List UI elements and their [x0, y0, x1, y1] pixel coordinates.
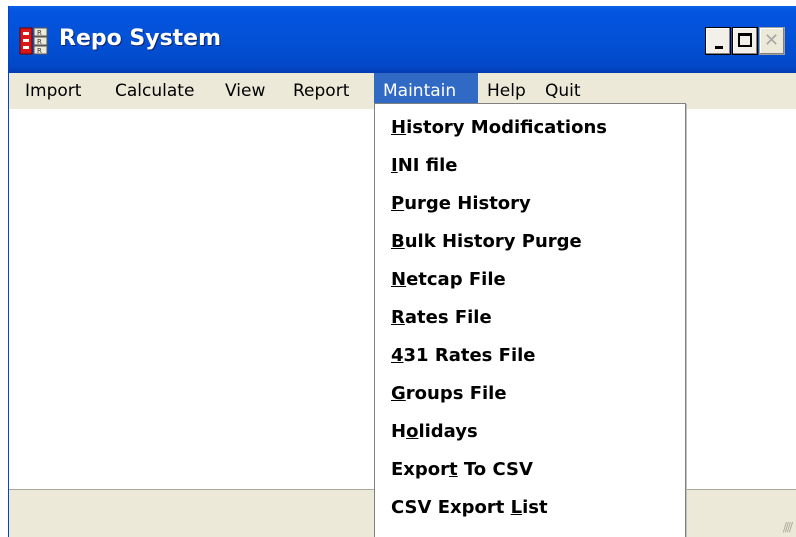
- minimize-icon: [715, 46, 723, 49]
- menu-item-export-to-csv[interactable]: Export To CSV: [391, 451, 533, 489]
- close-icon: ✕: [764, 30, 780, 51]
- menu-item-history-modifications[interactable]: History Modifications: [391, 109, 607, 147]
- svg-text:R: R: [37, 29, 42, 37]
- menu-item-431-rates-file[interactable]: 431 Rates File: [391, 337, 536, 375]
- menu-view[interactable]: View: [219, 73, 279, 109]
- app-window: R R R Repo System ✕ Import Calculate Vie…: [8, 6, 796, 537]
- menu-item-netcap-file[interactable]: Netcap File: [391, 261, 506, 299]
- menu-item-csv-export-list[interactable]: CSV Export List: [391, 489, 548, 527]
- window-title: Repo System: [59, 26, 222, 51]
- menu-calculate[interactable]: Calculate: [107, 73, 197, 109]
- minimize-button[interactable]: [705, 27, 731, 55]
- svg-text:R: R: [37, 47, 42, 55]
- menu-item-ini-file[interactable]: INI file: [391, 147, 457, 185]
- menu-import[interactable]: Import: [17, 73, 87, 109]
- title-bar[interactable]: R R R Repo System ✕: [9, 6, 796, 73]
- maximize-icon: [738, 33, 752, 47]
- menu-report[interactable]: Report: [287, 73, 365, 109]
- maintain-dropdown-menu: History Modifications INI file Purge His…: [374, 103, 686, 537]
- resize-grip-icon[interactable]: ////: [783, 520, 793, 534]
- svg-text:R: R: [37, 38, 42, 46]
- menu-item-groups-file[interactable]: Groups File: [391, 375, 507, 413]
- menu-item-rates-file[interactable]: Rates File: [391, 299, 492, 337]
- maximize-button[interactable]: [732, 27, 758, 55]
- close-button[interactable]: ✕: [759, 27, 785, 55]
- app-icon[interactable]: R R R: [19, 26, 49, 56]
- menu-item-holidays[interactable]: Holidays: [391, 413, 478, 451]
- menu-item-bulk-history-purge[interactable]: Bulk History Purge: [391, 223, 582, 261]
- menu-item-purge-history[interactable]: Purge History: [391, 185, 531, 223]
